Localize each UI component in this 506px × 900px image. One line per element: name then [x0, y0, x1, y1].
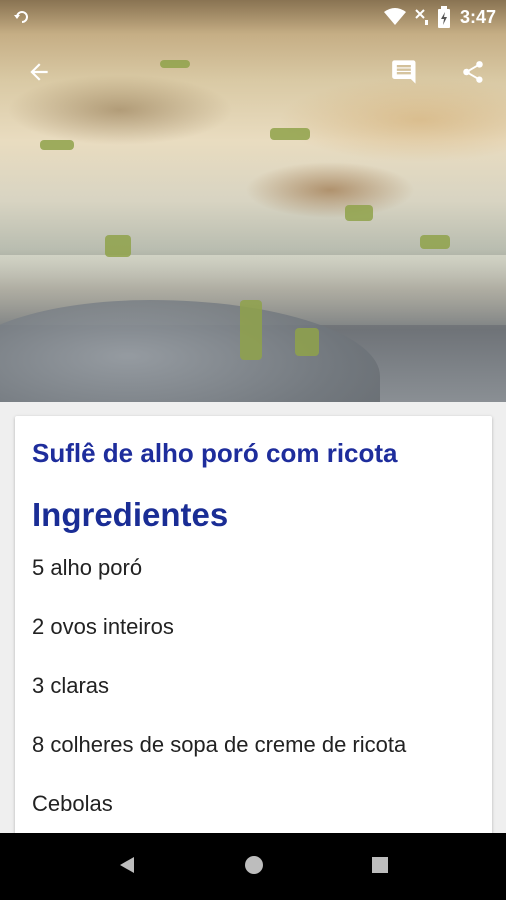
list-item: 8 colheres de sopa de creme de ricota — [32, 732, 407, 757]
battery-charging-icon — [437, 6, 450, 28]
share-button[interactable] — [453, 54, 493, 94]
list-item: 5 alho poró — [32, 555, 143, 580]
list-item: 2 ovos inteiros — [32, 614, 174, 639]
no-signal-icon — [414, 8, 430, 26]
ingredients-list: 5 alho poró 2 ovos inteiros 3 claras 8 c… — [32, 552, 406, 847]
list-item: 3 claras — [32, 673, 110, 698]
back-button[interactable] — [19, 54, 59, 94]
arrow-back-icon — [26, 59, 52, 90]
nav-home-button[interactable] — [240, 853, 268, 881]
ingredients-heading: Ingredientes — [32, 496, 229, 533]
status-time: 3:47 — [459, 6, 496, 27]
status-bar: 3:47 — [0, 0, 506, 34]
recipe-photo — [0, 0, 506, 402]
comment-button[interactable] — [385, 54, 425, 94]
back-triangle-icon — [118, 855, 136, 880]
recents-square-icon — [371, 856, 389, 879]
nav-recents-button[interactable] — [366, 853, 394, 881]
share-icon — [460, 59, 486, 90]
recipe-card: Suflê de alho poró com ricota Ingredient… — [15, 416, 492, 856]
sync-icon — [12, 7, 32, 27]
home-circle-icon — [244, 855, 264, 880]
wifi-icon — [383, 8, 406, 26]
navigation-bar — [0, 833, 506, 900]
recipe-title: Suflê de alho poró com ricota — [32, 438, 398, 468]
nav-back-button[interactable] — [113, 853, 141, 881]
comment-icon — [391, 58, 419, 91]
